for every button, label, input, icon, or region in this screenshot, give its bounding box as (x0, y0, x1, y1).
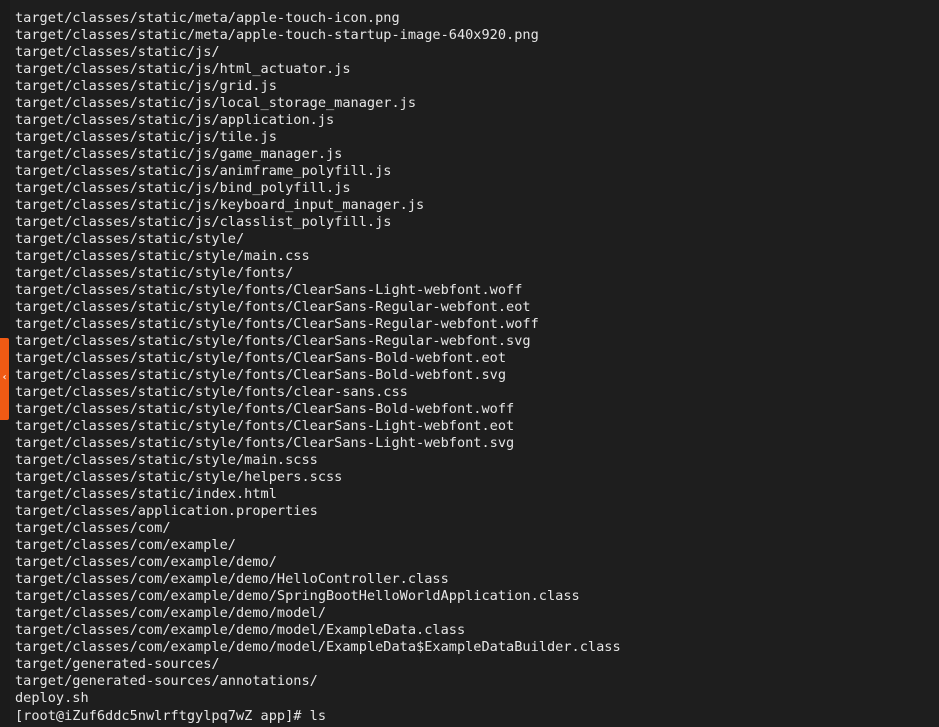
output-line: target/classes/static/js/keyboard_input_… (15, 197, 425, 213)
output-line: target/classes/static/meta/apple-touch-s… (15, 27, 539, 43)
output-line: target/classes/static/js/game_manager.js (15, 146, 343, 162)
output-line: target/classes/static/js/tile.js (15, 129, 277, 145)
output-line: target/classes/static/js/grid.js (15, 78, 277, 94)
command-input[interactable]: ls (310, 708, 326, 724)
output-line: target/classes/static/style/fonts/clear-… (15, 384, 408, 400)
output-line: target/classes/static/js/animframe_polyf… (15, 163, 392, 179)
command-prompt-line[interactable]: [root@iZuf6ddc5nwlrftgylpq7wZ app]# ls (15, 708, 326, 725)
output-line: target/classes/static/style/fonts/ClearS… (15, 282, 523, 298)
output-line: target/classes/static/style/main.scss (15, 452, 318, 468)
output-line: target/classes/static/js/classlist_polyf… (15, 214, 392, 230)
terminal-output: target/classes/static/meta/apple-touch-i… (15, 10, 621, 707)
shell-prompt: [root@iZuf6ddc5nwlrftgylpq7wZ app]# (15, 708, 310, 724)
output-line: target/classes/static/style/helpers.scss (15, 469, 343, 485)
output-line: target/classes/static/js/html_actuator.j… (15, 61, 351, 77)
output-line: target/classes/application.properties (15, 503, 318, 519)
output-line: target/generated-sources/annotations/ (15, 673, 318, 689)
output-line: target/classes/static/style/fonts/ClearS… (15, 350, 507, 366)
output-line: target/classes/static/style/fonts/ClearS… (15, 333, 531, 349)
output-line: target/classes/static/style/fonts/ClearS… (15, 316, 539, 332)
output-line: target/classes/static/style/fonts/ClearS… (15, 367, 507, 383)
output-line: target/classes/static/style/fonts/ClearS… (15, 401, 515, 417)
output-line: target/classes/static/js/local_storage_m… (15, 95, 417, 111)
chevron-left-icon[interactable]: ‹ (0, 370, 9, 386)
output-line: target/classes/static/js/application.js (15, 112, 335, 128)
output-line: deploy.sh (15, 690, 89, 706)
output-line: target/classes/com/example/demo/HelloCon… (15, 571, 449, 587)
output-line: target/classes/com/example/demo/model/ (15, 605, 326, 621)
output-line: target/classes/static/style/fonts/ClearS… (15, 299, 531, 315)
output-line: target/classes/static/meta/apple-touch-i… (15, 10, 400, 26)
output-line: target/classes/static/style/fonts/ClearS… (15, 435, 515, 451)
output-line: target/classes/static/style/ (15, 231, 245, 247)
output-line: target/generated-sources/ (15, 656, 220, 672)
output-line: target/classes/static/style/fonts/ (15, 265, 294, 281)
output-line: target/classes/static/style/main.css (15, 248, 310, 264)
output-line: target/classes/com/example/demo/model/Ex… (15, 622, 466, 638)
output-line: target/classes/com/example/demo/ (15, 554, 277, 570)
output-line: target/classes/com/example/demo/model/Ex… (15, 639, 621, 655)
output-line: target/classes/static/style/fonts/ClearS… (15, 418, 515, 434)
output-line: target/classes/com/ (15, 520, 171, 536)
output-line: target/classes/static/js/ (15, 44, 220, 60)
output-line: target/classes/com/example/demo/SpringBo… (15, 588, 580, 604)
output-line: target/classes/static/js/bind_polyfill.j… (15, 180, 351, 196)
terminal-window[interactable]: ‹ target/classes/static/meta/apple-touch… (0, 0, 939, 727)
output-line: target/classes/com/example/ (15, 537, 236, 553)
output-line: target/classes/static/index.html (15, 486, 277, 502)
